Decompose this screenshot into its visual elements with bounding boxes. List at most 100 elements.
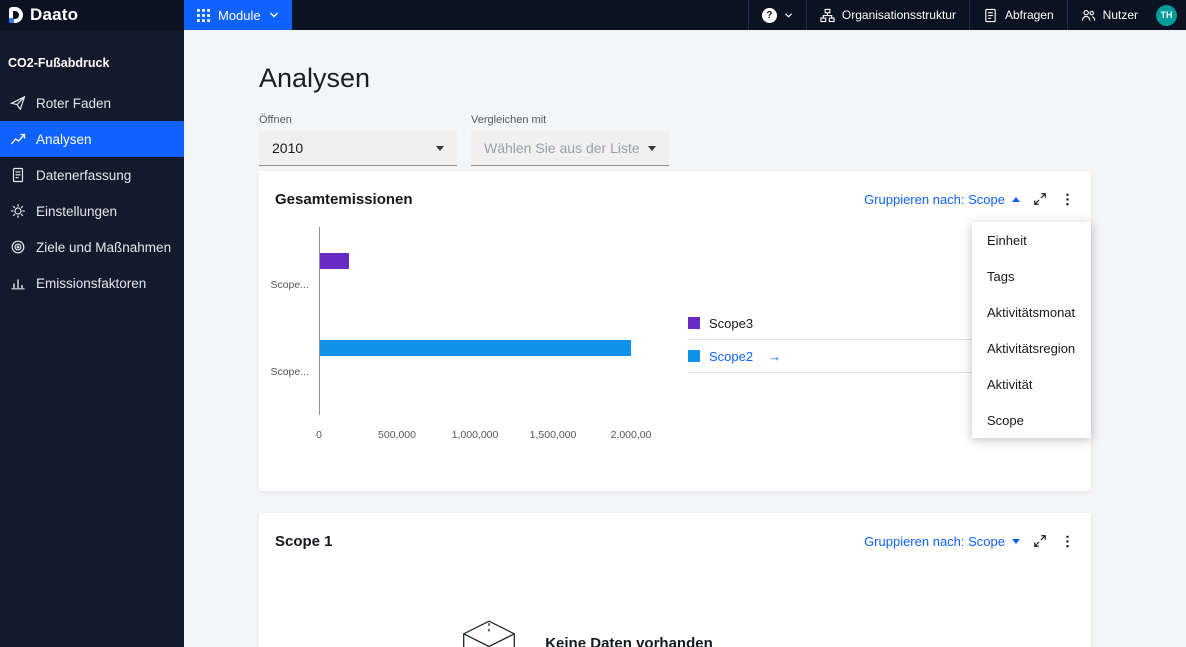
plot-area: 0 500,000 1,000,000 1,500,000 2,000,00 [316, 227, 651, 444]
help-menu[interactable]: ? [747, 0, 806, 30]
query-document-icon [985, 8, 996, 22]
main-content: Analysen Öffnen 2010 Vergleichen mit Wäh… [184, 30, 1186, 647]
group-by-label: Gruppieren nach: Scope [864, 533, 1005, 549]
menu-item-aktivitaetsmonat[interactable]: Aktivitätsmonat [972, 294, 1091, 330]
topbar: Daato Module ? Organisationsstruktur Abf… [0, 0, 1186, 30]
sidebar-item-einstellungen[interactable]: Einstellungen [0, 193, 184, 229]
expand-button[interactable] [1033, 534, 1047, 548]
bar-scope3 [320, 253, 349, 269]
sidebar-item-label: Analysen [36, 131, 92, 147]
sidebar-item-ziele-und-massnahmen[interactable]: Ziele und Maßnahmen [0, 229, 184, 265]
menu-item-einheit[interactable]: Einheit [972, 222, 1091, 258]
users-icon [1081, 9, 1095, 21]
bar-row-scope3 [320, 241, 631, 328]
sidebar-item-analysen[interactable]: Analysen [0, 121, 184, 157]
empty-cube-icon [463, 620, 516, 647]
card-title: Gesamtemissionen [275, 190, 413, 208]
y-axis-label: Scope... [270, 365, 309, 378]
y-axis: Scope... Scope... [270, 227, 319, 444]
kebab-icon [1066, 535, 1069, 547]
chevron-down-icon [1012, 538, 1020, 544]
module-button[interactable]: Module [184, 0, 292, 30]
chevron-down-icon [269, 12, 278, 18]
maximize-icon [1034, 193, 1046, 205]
compare-select[interactable]: Wählen Sie aus der Liste a... [471, 131, 669, 166]
bar-scope2 [320, 340, 631, 356]
page-title: Analysen [259, 63, 371, 93]
group-by-label: Gruppieren nach: Scope [864, 191, 1005, 207]
nav-organisationsstruktur[interactable]: Organisationsstruktur [805, 0, 969, 30]
nav-label: Nutzer [1102, 8, 1138, 22]
year-select[interactable]: 2010 [259, 131, 457, 166]
x-tick: 1,000,000 [451, 429, 499, 441]
sidebar-section-title: CO2-Fußabdruck [8, 56, 110, 70]
grid-icon [197, 8, 210, 22]
filter-bar: Öffnen 2010 Vergleichen mit Wählen Sie a… [259, 114, 1091, 166]
analytics-icon [10, 133, 26, 145]
nav-abfragen[interactable]: Abfragen [968, 0, 1067, 30]
menu-item-aktivitaet[interactable]: Aktivität [972, 366, 1091, 402]
sidebar-nav: Roter Faden Analysen Datenerfassung Eins… [0, 85, 184, 301]
filter-open: Öffnen 2010 [259, 114, 457, 166]
empty-state: Keine Daten vorhanden [275, 618, 1075, 647]
y-axis-label: Scope... [270, 278, 309, 291]
maximize-icon [1034, 535, 1046, 547]
legend-label-link[interactable]: Scope2 [709, 349, 753, 364]
module-button-label: Module [218, 7, 261, 23]
overflow-menu-button[interactable] [1060, 534, 1075, 549]
menu-item-aktivitaetsregion[interactable]: Aktivitätsregion [972, 330, 1091, 366]
card-title: Scope 1 [275, 532, 333, 550]
compare-select-value: Wählen Sie aus der Liste a... [484, 140, 640, 156]
filter-label: Öffnen [259, 114, 292, 126]
daato-logo-icon [9, 7, 23, 23]
nav-label: Organisationsstruktur [841, 8, 956, 22]
sidebar-item-datenerfassung[interactable]: Datenerfassung [0, 157, 184, 193]
chevron-up-icon [1012, 196, 1020, 202]
nav-label: Abfragen [1004, 8, 1054, 22]
nav-nutzer[interactable]: Nutzer [1066, 0, 1151, 30]
sidebar-item-emissionsfaktoren[interactable]: Emissionsfaktoren [0, 265, 184, 301]
help-icon: ? [761, 7, 777, 23]
chevron-down-icon [436, 145, 444, 151]
x-tick: 1,500,000 [529, 429, 577, 441]
expand-button[interactable] [1033, 192, 1047, 206]
sidebar-item-label: Emissionsfaktoren [36, 275, 147, 291]
factors-bars-icon [11, 279, 25, 290]
chevron-down-icon [648, 145, 656, 151]
sidebar-item-label: Ziele und Maßnahmen [36, 239, 172, 255]
logo-text: Daato [30, 5, 79, 24]
legend-swatch-scope3 [688, 317, 700, 329]
org-structure-icon [820, 8, 835, 22]
chevron-down-icon [784, 12, 792, 18]
menu-item-scope[interactable]: Scope [972, 402, 1091, 438]
clipboard-icon [12, 167, 24, 183]
sidebar-item-label: Einstellungen [36, 203, 118, 219]
sidebar-item-label: Roter Faden [36, 95, 112, 111]
group-by-dropdown[interactable]: Gruppieren nach: Scope [864, 534, 1020, 549]
x-tick: 2,000,00 [610, 429, 652, 441]
gear-icon [11, 204, 25, 218]
group-by-dropdown[interactable]: Gruppieren nach: Scope [864, 192, 1020, 207]
card-scope1: Scope 1 Gruppieren nach: Scope Keine Dat… [259, 513, 1091, 647]
user-avatar[interactable]: TH [1156, 4, 1177, 26]
sidebar-item-roter-faden[interactable]: Roter Faden [0, 85, 184, 121]
x-axis-ticks: 0 500,000 1,000,000 1,500,000 2,000,00 [316, 429, 651, 444]
target-icon [11, 240, 25, 254]
arrow-right-icon: → [768, 348, 782, 364]
bar-row-scope2 [320, 328, 631, 415]
legend-swatch-scope2 [688, 350, 700, 362]
filter-label: Vergleichen mit [471, 114, 547, 126]
year-select-value: 2010 [272, 140, 304, 156]
overflow-menu-button[interactable] [1060, 192, 1075, 207]
emissions-bar-chart: Scope... Scope... 0 500,000 1,000,000 1,… [270, 227, 1075, 444]
sidebar: CO2-Fußabdruck Roter Faden Analysen Date… [0, 30, 184, 647]
x-tick: 500,000 [378, 429, 416, 441]
topbar-right: ? Organisationsstruktur Abfragen Nutzer … [747, 0, 1186, 30]
app-logo[interactable]: Daato [0, 0, 184, 30]
filter-compare: Vergleichen mit Wählen Sie aus der Liste… [471, 114, 669, 166]
sidebar-item-label: Datenerfassung [36, 167, 132, 183]
kebab-icon [1066, 193, 1069, 205]
paper-plane-icon [10, 95, 26, 111]
menu-item-tags[interactable]: Tags [972, 258, 1091, 294]
